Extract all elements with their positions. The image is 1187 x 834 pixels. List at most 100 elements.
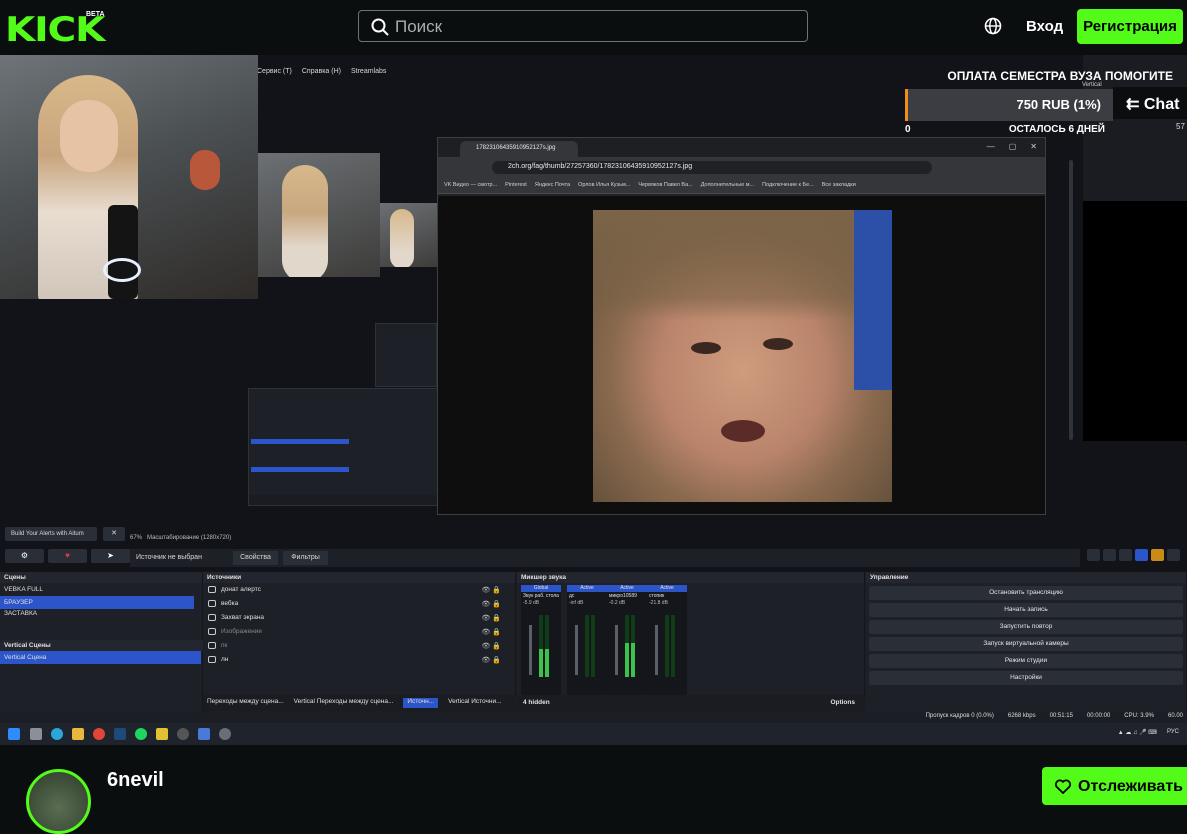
beta-badge: BETA: [86, 11, 105, 18]
sources-tabs: Переходы между сцена... Vertical Переход…: [203, 695, 516, 711]
meme-image: [593, 210, 892, 502]
live-time: 00:51:15: [1049, 713, 1073, 719]
volume-meter: [665, 615, 669, 677]
source-label: пк: [221, 642, 228, 649]
vertical-scene-item: Vertical Сцена: [0, 651, 201, 664]
settings-button: Настройки: [869, 671, 1183, 685]
no-source-label: Источник не выбран: [136, 554, 202, 561]
stream-video[interactable]: Сервис (T) Справка (H) Streamlabs Build …: [0, 55, 1187, 745]
preview-scrollbar: [1069, 160, 1073, 440]
obs-preview-area: Сервис (T) Справка (H) Streamlabs Build …: [0, 55, 1187, 572]
source-item: Изображение 👁 🔒: [203, 625, 515, 639]
mixer-channel: Global Звук раб. стола -5.9 dB: [521, 585, 561, 695]
source-label: лн: [221, 656, 229, 663]
language-globe-icon[interactable]: [984, 17, 1002, 35]
volume-meter: [631, 615, 635, 677]
search-input[interactable]: [395, 16, 795, 38]
bookmarks-bar: VK Видео — смотр... Pinterest Яндекс Поч…: [438, 178, 1045, 194]
mixer-channel: Active стопик -21.8 dB: [647, 585, 687, 695]
chat-toggle-button[interactable]: ⇇ Chat: [1113, 87, 1187, 119]
streamer-face: [60, 100, 118, 172]
volume-meter: [539, 615, 543, 677]
stop-stream-button: Остановить трансляцию: [869, 586, 1183, 600]
source-toolbar: Источник не выбран Свойства Фильтры: [130, 549, 1080, 567]
source-label: Захват экрана: [221, 614, 265, 621]
mixer-channel-label: Global: [521, 585, 561, 592]
cpu-usage: CPU: 3.9%: [1124, 713, 1154, 719]
controls-title: Управление: [866, 572, 1186, 583]
options-button: Options: [830, 699, 855, 706]
dock-tab: Vertical Переходы между сцена...: [293, 698, 394, 705]
obs-menubar: Сервис (T) Справка (H) Streamlabs: [257, 68, 386, 75]
dock-tab-active: Источн...: [403, 698, 439, 708]
source-label: Изображение: [221, 628, 262, 635]
send-icon: ➤: [91, 549, 130, 563]
bookmark: Все закладки: [821, 182, 856, 188]
virtual-camera-button: Запуск виртуальной камеры: [869, 637, 1183, 651]
volume-meter: [585, 615, 589, 677]
source-item: пк 👁 🔒: [203, 639, 515, 653]
sources-title: Источники: [203, 572, 515, 583]
taskview-icon: [30, 728, 42, 740]
obs-statusbar: Пропуск кадров 0 (0.0%) 6268 kbps 00:51:…: [0, 711, 1187, 723]
toolbar-icon: [1103, 549, 1116, 561]
bitrate: 6268 kbps: [1007, 713, 1036, 719]
obs-menu-item: Справка (H): [301, 68, 341, 75]
channel-avatar[interactable]: [26, 769, 91, 834]
window-controls: — ▢ ✕: [986, 142, 1037, 151]
app-icon: [198, 728, 210, 740]
obs-menu-item: Streamlabs: [350, 68, 387, 75]
obs-icon: [177, 728, 189, 740]
browser-urlbar: 2ch.org/fag/thumb/27257360/1782310643591…: [438, 157, 1045, 178]
toolbar-icon: [1151, 549, 1164, 561]
preview-info: 67% Масштабирование (1280x720): [130, 535, 1080, 547]
scene-item: ЗАСТАВКА: [4, 610, 38, 617]
hidden-count: 4 hidden: [523, 699, 550, 706]
fps: 60.00: [1167, 713, 1183, 719]
source-item: Захват экрана 👁 🔒: [203, 611, 515, 625]
rec-time: 00:00:00: [1086, 713, 1111, 719]
volume-fader: [615, 625, 618, 675]
dock-button-row: ⚙ ♥ ➤: [5, 549, 130, 563]
properties-button: Свойства: [233, 551, 278, 565]
donation-title: ОПЛАТА СЕМЕСТРА ВУЗА ПОМОГИТЕ: [947, 69, 1173, 83]
browser-url: 2ch.org/fag/thumb/27257360/1782310643591…: [492, 161, 932, 174]
gear-icon: [1167, 549, 1180, 561]
nested-obs-mini: [375, 323, 437, 387]
bookmark: Дополнительные м...: [700, 182, 755, 188]
mixer-channel-name: Звук раб. стола: [523, 593, 559, 599]
source-label: донат алертс: [221, 586, 261, 593]
search-box[interactable]: [358, 10, 808, 42]
signup-button[interactable]: Регистрация: [1077, 9, 1183, 44]
mixer-channel-label: Active: [567, 585, 607, 592]
vertical-preview: [1083, 201, 1187, 441]
chrome-icon: [93, 728, 105, 740]
dock-tab: Vertical Источни...: [448, 698, 502, 705]
sources-panel: Источники донат алертс 👁 🔒 вебка 👁 🔒 Захва…: [203, 572, 516, 711]
mixer-channel-name: микро10589: [609, 593, 637, 599]
donation-remaining: ОСТАЛОСЬ 6 ДНЕЙ: [1008, 124, 1105, 135]
webcam-feed: [0, 55, 258, 299]
browser-tabbar: 1782310643591095​2127s.jpg — ▢ ✕: [438, 138, 1045, 157]
replay-button: Запустить повтор: [869, 620, 1183, 634]
vertical-scenes-title: Vertical Сцены: [0, 640, 203, 651]
nested-webcam-thumbnail-small: [380, 203, 438, 267]
spotify-icon: [135, 728, 147, 740]
follow-button[interactable]: Отслеживать: [1042, 767, 1187, 805]
scene-item-selected: БРАУЗЕР: [0, 596, 194, 609]
channel-name[interactable]: 6nevil: [107, 769, 164, 792]
bookmark: VK Видео — смотр...: [444, 182, 498, 188]
volume-fader: [529, 625, 532, 675]
chat-label: Chat: [1143, 96, 1180, 113]
mixer-channel-db: -21.8 dB: [649, 600, 668, 606]
right-number: 57: [1176, 122, 1185, 131]
follow-label: Отслеживать: [1078, 778, 1183, 795]
heart-icon: ♥: [48, 549, 87, 563]
dock-tab: Переходы между сцена...: [207, 698, 284, 705]
mixer-title: Микшер звука: [517, 572, 864, 583]
mixer-footer: 4 hidden Options: [517, 695, 865, 711]
eye-icon: 👁 🔒: [481, 657, 501, 664]
scenes-title: Сцены: [0, 572, 202, 583]
login-button[interactable]: Вход: [1026, 18, 1063, 35]
edge-icon: [51, 728, 63, 740]
